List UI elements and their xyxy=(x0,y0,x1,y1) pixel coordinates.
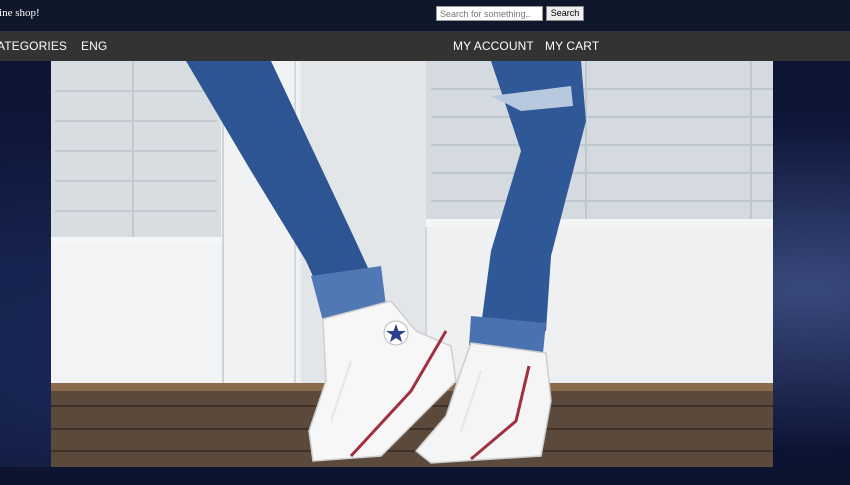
bottom-strip xyxy=(0,467,850,485)
nav-my-cart[interactable]: MY CART xyxy=(545,39,599,53)
main-nav: ATEGORIES ENG MY ACCOUNT MY CART xyxy=(0,31,850,61)
nav-my-account[interactable]: MY ACCOUNT xyxy=(453,39,534,53)
nav-categories[interactable]: ATEGORIES xyxy=(0,39,67,53)
welcome-text: line shop! xyxy=(0,7,40,19)
search-input[interactable] xyxy=(436,6,543,21)
hero-banner[interactable] xyxy=(51,61,773,467)
hero-image xyxy=(51,61,773,467)
nav-language[interactable]: ENG xyxy=(81,39,107,53)
top-bar: line shop! Search xyxy=(0,0,850,30)
search-button[interactable]: Search xyxy=(546,6,584,21)
